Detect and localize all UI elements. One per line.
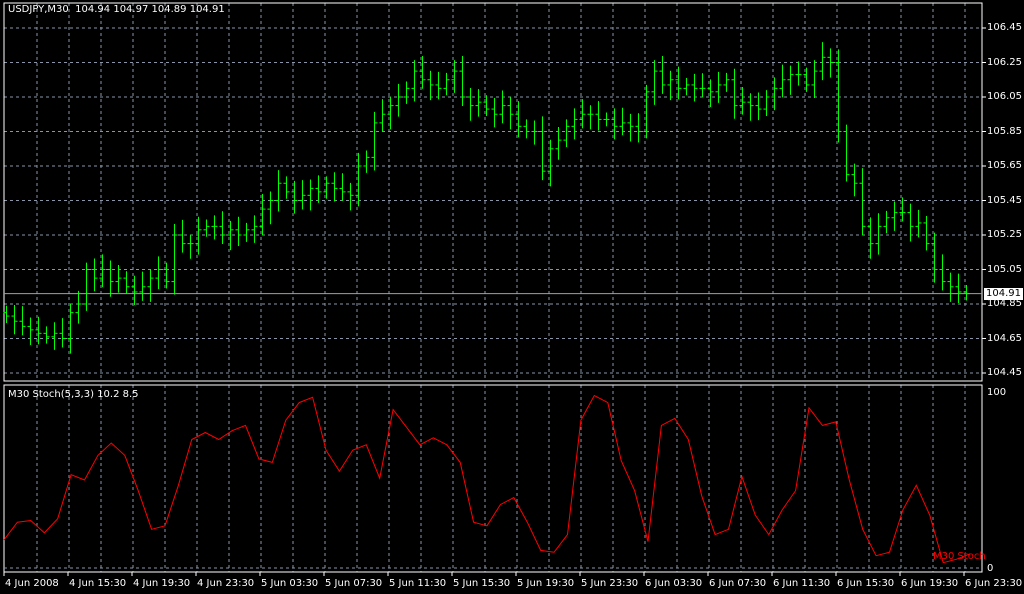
time-axis-label: 6 Jun 15:30 — [837, 578, 895, 589]
time-axis-label: 4 Jun 23:30 — [197, 578, 255, 589]
time-axis-label: 6 Jun 23:30 — [965, 578, 1023, 589]
price-axis-label: 104.85 — [987, 298, 1022, 309]
time-axis-label: 6 Jun 11:30 — [773, 578, 831, 589]
time-axis-label: 5 Jun 23:30 — [581, 578, 639, 589]
price-axis-label: 106.05 — [987, 91, 1022, 102]
time-axis-label: 4 Jun 15:30 — [69, 578, 127, 589]
high-value: 104.97 — [113, 4, 149, 15]
price-chart[interactable] — [0, 0, 1024, 594]
time-axis-label: 5 Jun 07:30 — [325, 578, 383, 589]
price-axis-label: 104.45 — [987, 367, 1022, 378]
indicator-pane-frame — [3, 384, 983, 573]
stoch-axis-label: 0 — [987, 563, 994, 574]
open-value: 104.94 — [75, 4, 111, 15]
indicator-label: M30 Stoch — [933, 551, 986, 562]
price-axis-label: 105.45 — [987, 194, 1022, 206]
time-axis-label: 6 Jun 19:30 — [901, 578, 959, 589]
close-value: 104.91 — [189, 4, 225, 15]
indicator-header: M30 Stoch(5,3,3) 10.2 8.5 — [8, 389, 139, 400]
price-axis-label: 105.05 — [987, 263, 1022, 275]
time-axis-label: 4 Jun 19:30 — [133, 578, 191, 589]
price-axis-label: 105.25 — [987, 229, 1022, 240]
price-axis-label: 106.45 — [987, 22, 1022, 33]
price-axis-label: 104.65 — [987, 332, 1022, 344]
stoch-axis-label: 100 — [987, 387, 1007, 398]
price-axis-label: 106.25 — [987, 56, 1022, 68]
time-axis-label: 5 Jun 03:30 — [261, 578, 319, 589]
main-pane-frame — [3, 2, 983, 382]
time-axis-label: 6 Jun 07:30 — [709, 578, 767, 589]
price-axis-label: 105.85 — [987, 125, 1022, 137]
time-axis-label: 5 Jun 15:30 — [453, 578, 511, 589]
low-value: 104.89 — [151, 4, 187, 15]
symbol-label: USDJPY,M30 — [8, 4, 69, 15]
price-axis-label: 105.65 — [987, 160, 1022, 171]
time-axis-label: 6 Jun 03:30 — [645, 578, 703, 589]
stoch-line — [3, 394, 971, 564]
time-axis-label: 4 Jun 2008 — [5, 578, 59, 589]
time-axis-label: 5 Jun 11:30 — [389, 578, 447, 589]
time-axis-label: 5 Jun 19:30 — [517, 578, 575, 589]
chart-header: USDJPY,M30 104.94 104.97 104.89 104.91 — [8, 4, 225, 15]
